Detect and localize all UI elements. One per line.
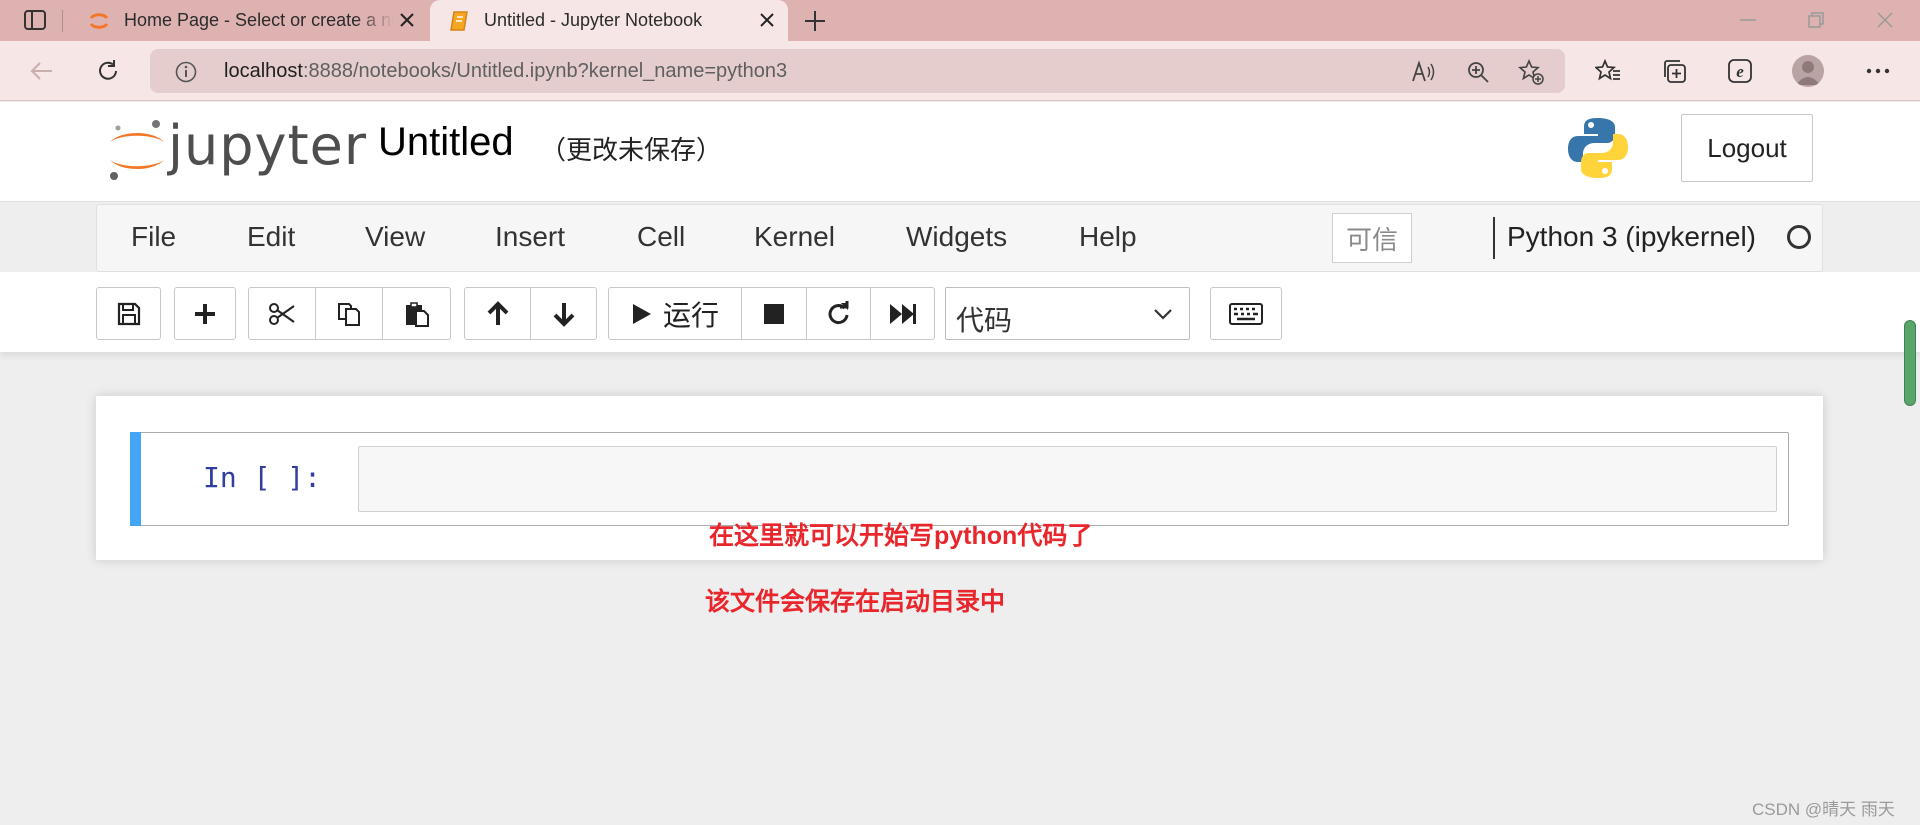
menu-file[interactable]: File <box>131 221 176 253</box>
annotation-write-code: 在这里就可以开始写python代码了 <box>709 522 1093 550</box>
site-info-icon[interactable] <box>174 60 198 84</box>
url-path: :8888/notebooks/Untitled.ipynb?kernel_na… <box>302 60 788 82</box>
url-field[interactable]: localhost:8888/notebooks/Untitled.ipynb?… <box>150 49 1565 93</box>
restart-run-all-button[interactable] <box>870 287 935 340</box>
arrow-down-icon <box>553 302 574 327</box>
save-button[interactable] <box>96 287 161 340</box>
menu-widgets[interactable]: Widgets <box>906 221 1007 253</box>
move-cell-down-button[interactable] <box>530 287 597 340</box>
run-cell-button[interactable]: 运行 <box>608 287 742 340</box>
menu-cell[interactable]: Cell <box>637 221 685 253</box>
paste-icon <box>405 301 429 327</box>
menu-insert[interactable]: Insert <box>495 221 565 253</box>
cell-type-value: 代码 <box>956 305 1013 336</box>
chevron-down-icon <box>1154 309 1172 320</box>
run-label: 运行 <box>662 299 719 331</box>
favorites-icon[interactable] <box>1592 55 1624 87</box>
menu-help[interactable]: Help <box>1079 221 1137 253</box>
kernel-idle-indicator-icon <box>1787 225 1811 249</box>
cut-cell-button[interactable] <box>248 287 316 340</box>
jupyter-header: jupyter Untitled （更改未保存） Logout <box>0 102 1920 202</box>
menu-kernel[interactable]: Kernel <box>754 221 835 253</box>
close-window-icon[interactable] <box>1865 6 1905 34</box>
copy-icon <box>338 302 360 326</box>
insert-cell-button[interactable] <box>174 287 236 340</box>
annotation-save-location: 该文件会保存在启动目录中 <box>705 588 1006 616</box>
watermark: CSDN @晴天 雨天 <box>1752 800 1895 819</box>
tab-title: Untitled - Jupyter Notebook <box>484 10 703 30</box>
zoom-icon[interactable] <box>1465 59 1491 85</box>
scissors-icon <box>269 302 295 325</box>
save-icon <box>117 302 140 325</box>
restart-icon <box>828 300 848 324</box>
menu-edit[interactable]: Edit <box>247 221 295 253</box>
keyboard-icon <box>1229 302 1263 325</box>
jupyter-favicon-icon <box>88 10 110 32</box>
url-text: localhost:8888/notebooks/Untitled.ipynb?… <box>224 60 787 83</box>
fast-forward-icon <box>889 303 916 324</box>
read-aloud-icon[interactable] <box>1410 59 1436 85</box>
add-favorite-icon[interactable] <box>1518 59 1544 85</box>
tab-divider <box>62 10 63 32</box>
cell-selected-indicator <box>130 432 141 526</box>
menu-view[interactable]: View <box>365 221 425 253</box>
jupyter-wordmark[interactable]: jupyter <box>168 114 367 177</box>
menubar: File Edit View Insert Cell Kernel Widget… <box>96 204 1823 272</box>
cell-type-select[interactable]: 代码 <box>945 287 1190 340</box>
browser-tab-home[interactable]: Home Page - Select or create a notebook <box>70 0 428 41</box>
python-logo-icon <box>1568 118 1628 178</box>
stop-icon <box>764 303 784 324</box>
command-palette-button[interactable] <box>1210 287 1282 340</box>
trusted-indicator[interactable]: 可信 <box>1332 213 1412 263</box>
notebook-name[interactable]: Untitled <box>378 120 514 165</box>
reload-icon[interactable] <box>92 55 124 87</box>
svg-text:e: e <box>1736 62 1744 81</box>
restart-kernel-button[interactable] <box>806 287 871 340</box>
more-options-icon[interactable] <box>1862 55 1894 87</box>
save-status: （更改未保存） <box>540 135 723 165</box>
close-tab-icon[interactable] <box>758 11 776 29</box>
browser-address-bar: localhost:8888/notebooks/Untitled.ipynb?… <box>0 41 1920 101</box>
new-tab-icon[interactable] <box>800 6 830 36</box>
move-cell-up-button[interactable] <box>464 287 531 340</box>
interrupt-kernel-button[interactable] <box>741 287 807 340</box>
input-prompt: In [ ]: <box>203 461 322 494</box>
collections-icon[interactable] <box>1658 55 1690 87</box>
kernel-divider <box>1493 217 1495 259</box>
close-tab-icon[interactable] <box>398 11 416 29</box>
back-arrow-icon[interactable] <box>26 55 58 87</box>
copy-cell-button[interactable] <box>315 287 383 340</box>
profile-avatar-icon[interactable] <box>1792 55 1824 87</box>
code-cell[interactable]: In [ ]: <box>130 432 1789 526</box>
jupyter-logo-icon[interactable] <box>104 114 174 184</box>
kernel-name[interactable]: Python 3 (ipykernel) <box>1507 221 1756 253</box>
play-icon <box>632 303 651 324</box>
paste-cell-button[interactable] <box>382 287 451 340</box>
logout-button[interactable]: Logout <box>1681 114 1813 182</box>
tab-actions-icon[interactable] <box>20 7 50 33</box>
ie-mode-icon[interactable]: e <box>1724 55 1756 87</box>
url-host: localhost <box>224 60 303 82</box>
arrow-up-icon <box>487 300 508 325</box>
restore-window-icon[interactable] <box>1796 6 1836 34</box>
browser-tab-strip: Home Page - Select or create a notebook … <box>0 0 1920 41</box>
scrollbar-thumb[interactable] <box>1904 320 1916 406</box>
browser-tab-notebook[interactable]: Untitled - Jupyter Notebook <box>430 0 788 41</box>
notebook-favicon-icon <box>448 10 470 32</box>
tab-title: Home Page - Select or create a notebook <box>124 10 394 30</box>
code-editor[interactable] <box>358 446 1777 512</box>
plus-icon <box>195 303 215 324</box>
minimize-window-icon[interactable] <box>1728 6 1768 34</box>
